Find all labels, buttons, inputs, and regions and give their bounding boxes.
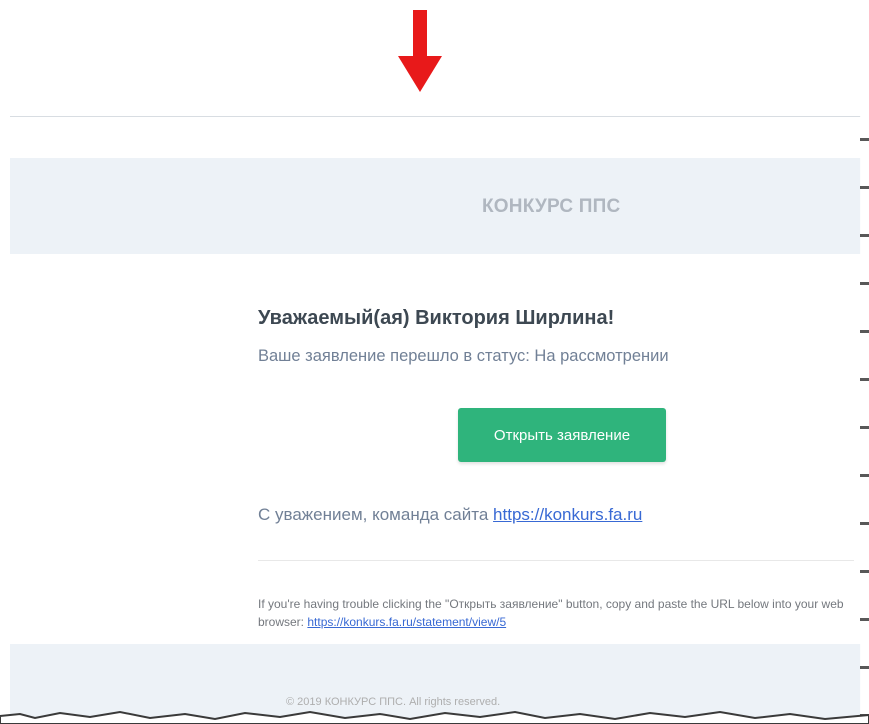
- header-title[interactable]: КОНКУРС ППС: [482, 196, 620, 218]
- torn-right-edge: [860, 116, 869, 724]
- divider: [258, 560, 854, 561]
- regards-text: С уважением, команда сайта: [258, 505, 489, 524]
- torn-bottom-edge: [0, 710, 869, 724]
- trouble-notice: If you're having trouble clicking the "О…: [258, 595, 858, 631]
- regards-line: С уважением, команда сайта https://konku…: [258, 505, 642, 525]
- site-link[interactable]: https://konkurs.fa.ru: [493, 505, 642, 524]
- email-header: КОНКУРС ППС: [10, 158, 861, 254]
- email-container: КОНКУРС ППС Уважаемый(ая) Виктория Ширли…: [10, 116, 861, 724]
- status-message: Ваше заявление перешло в статус: На расс…: [258, 347, 669, 365]
- red-arrow-annotation: [398, 10, 442, 92]
- statement-url-link[interactable]: https://konkurs.fa.ru/statement/view/5: [307, 615, 506, 629]
- open-statement-button[interactable]: Открыть заявление: [458, 408, 666, 462]
- greeting-heading: Уважаемый(ая) Виктория Ширлина!: [258, 307, 615, 329]
